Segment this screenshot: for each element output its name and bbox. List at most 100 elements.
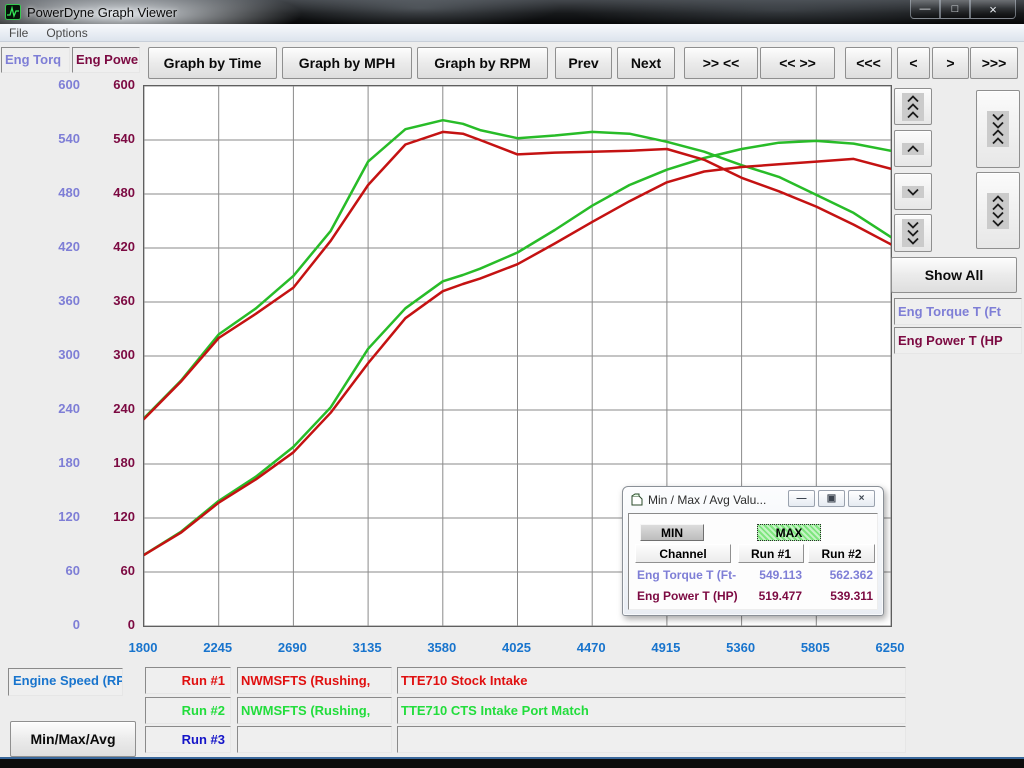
chevron-up-icon — [990, 203, 1006, 211]
y-tick-power-60: 60 — [75, 563, 135, 578]
zoom-out-x-button[interactable]: << >> — [760, 47, 835, 79]
y-tick-power-420: 420 — [75, 239, 135, 254]
pan-down-button-glyphs — [902, 186, 924, 198]
zoom-in-x-button[interactable]: >> << — [684, 47, 758, 79]
scroll-left-button[interactable]: < — [897, 47, 930, 79]
max-toggle-button[interactable]: MAX — [757, 524, 821, 541]
power-channel-box[interactable]: Eng Power T (HP — [894, 327, 1022, 354]
x-tick-6250: 6250 — [855, 640, 925, 655]
graph-by-mph-button[interactable]: Graph by MPH — [282, 47, 412, 79]
y-tick-power-360: 360 — [75, 293, 135, 308]
min-toggle-button[interactable]: MIN — [640, 524, 704, 541]
show-all-button[interactable]: Show All — [891, 257, 1017, 293]
minmax-body: MIN MAX Channel Run #1 Run #2 Eng Torque… — [628, 513, 878, 610]
scroll-right-fast-button[interactable]: >>> — [970, 47, 1018, 79]
pan-up-fast-button[interactable] — [894, 88, 932, 125]
zoom-out-y-button[interactable] — [976, 172, 1020, 249]
minmax-col-run1[interactable]: Run #1 — [738, 544, 804, 563]
title-bar: PowerDyne Graph Viewer — □ × — [0, 0, 1024, 24]
x-axis-channel-box: Engine Speed (RP — [8, 668, 123, 696]
pan-up-fast-button-glyphs — [902, 93, 924, 121]
torque-channel-box[interactable]: Eng Torque T (Ft — [894, 298, 1022, 325]
y-tick-torque-60: 60 — [20, 563, 80, 578]
chevron-up-icon — [905, 95, 921, 103]
zoom-out-y-button-glyphs — [987, 193, 1009, 229]
chevron-down-icon — [905, 188, 921, 196]
y-tick-power-300: 300 — [75, 347, 135, 362]
y-tick-power-0: 0 — [75, 617, 135, 632]
graph-by-rpm-button[interactable]: Graph by RPM — [417, 47, 548, 79]
x-tick-4915: 4915 — [631, 640, 701, 655]
run-label-3: Run #3 — [145, 726, 231, 753]
x-tick-2245: 2245 — [183, 640, 253, 655]
minmax-col-run2[interactable]: Run #2 — [808, 544, 875, 563]
x-tick-1800: 1800 — [108, 640, 178, 655]
pan-up-button-glyphs — [902, 143, 924, 155]
minmax-close-button[interactable]: × — [848, 490, 875, 507]
x-tick-3135: 3135 — [332, 640, 402, 655]
minmax-title-bar: Min / Max / Avg Valu... — ▣ × — [623, 487, 883, 512]
y-tick-torque-600: 600 — [20, 77, 80, 92]
x-tick-5360: 5360 — [706, 640, 776, 655]
minmax-restore-button[interactable]: ▣ — [818, 490, 845, 507]
prev-button[interactable]: Prev — [555, 47, 612, 79]
chevron-down-icon — [990, 113, 1006, 121]
chevron-up-icon — [905, 103, 921, 111]
app-icon — [5, 4, 21, 20]
chevron-up-icon — [990, 137, 1006, 145]
x-tick-4470: 4470 — [556, 640, 626, 655]
window-bottom-border — [0, 757, 1024, 768]
power-channel-button[interactable]: Eng Powe — [72, 47, 140, 73]
scroll-left-fast-button[interactable]: <<< — [845, 47, 892, 79]
run-desc-1: TTE710 Stock Intake — [397, 667, 906, 694]
menu-item-file[interactable]: File — [0, 24, 37, 42]
x-tick-4025: 4025 — [482, 640, 552, 655]
run-file-3 — [237, 726, 392, 753]
minmax-row-run1-value: 549.113 — [738, 568, 802, 582]
y-tick-power-480: 480 — [75, 185, 135, 200]
pan-down-fast-button[interactable] — [894, 214, 932, 252]
chevron-down-icon — [990, 219, 1006, 227]
run-file-2: NWMSFTS (Rushing, — [237, 697, 392, 724]
minmax-minimize-button[interactable]: — — [788, 490, 815, 507]
minmax-window-title: Min / Max / Avg Valu... — [648, 493, 766, 507]
chevron-up-icon — [905, 145, 921, 153]
chevron-up-icon — [990, 195, 1006, 203]
graph-by-time-button[interactable]: Graph by Time — [148, 47, 277, 79]
menu-bar: FileOptions — [0, 24, 1024, 42]
menu-item-options[interactable]: Options — [37, 24, 96, 42]
run-label-1: Run #1 — [145, 667, 231, 694]
minmax-row-run2-value: 539.311 — [808, 589, 873, 603]
zoom-in-y-button-glyphs — [987, 111, 1009, 147]
chevron-down-icon — [990, 211, 1006, 219]
y-tick-power-180: 180 — [75, 455, 135, 470]
chevron-down-icon — [905, 237, 921, 245]
y-tick-torque-480: 480 — [20, 185, 80, 200]
minmax-row-run1-value: 519.477 — [738, 589, 802, 603]
chevron-down-icon — [990, 121, 1006, 129]
scroll-right-button[interactable]: > — [932, 47, 969, 79]
maximize-button[interactable]: □ — [940, 0, 970, 19]
y-tick-torque-420: 420 — [20, 239, 80, 254]
zoom-in-y-button[interactable] — [976, 90, 1020, 168]
run-desc-2: TTE710 CTS Intake Port Match — [397, 697, 906, 724]
chevron-down-icon — [905, 221, 921, 229]
minmax-col-channel[interactable]: Channel — [635, 544, 731, 563]
minmaxavg-button[interactable]: Min/Max/Avg — [10, 721, 136, 757]
minmax-row-run2-value: 562.362 — [808, 568, 873, 582]
minmax-window-icon — [630, 493, 644, 506]
pan-down-button[interactable] — [894, 173, 932, 210]
minimize-button[interactable]: — — [910, 0, 940, 19]
close-button[interactable]: × — [970, 0, 1016, 19]
chevron-up-icon — [990, 129, 1006, 137]
run-desc-3 — [397, 726, 906, 753]
y-tick-torque-540: 540 — [20, 131, 80, 146]
pan-up-button[interactable] — [894, 130, 932, 167]
torque-channel-button[interactable]: Eng Torq — [1, 47, 70, 73]
run-file-1: NWMSFTS (Rushing, — [237, 667, 392, 694]
y-tick-torque-300: 300 — [20, 347, 80, 362]
y-tick-torque-120: 120 — [20, 509, 80, 524]
next-button[interactable]: Next — [617, 47, 675, 79]
y-tick-power-240: 240 — [75, 401, 135, 416]
y-tick-power-540: 540 — [75, 131, 135, 146]
